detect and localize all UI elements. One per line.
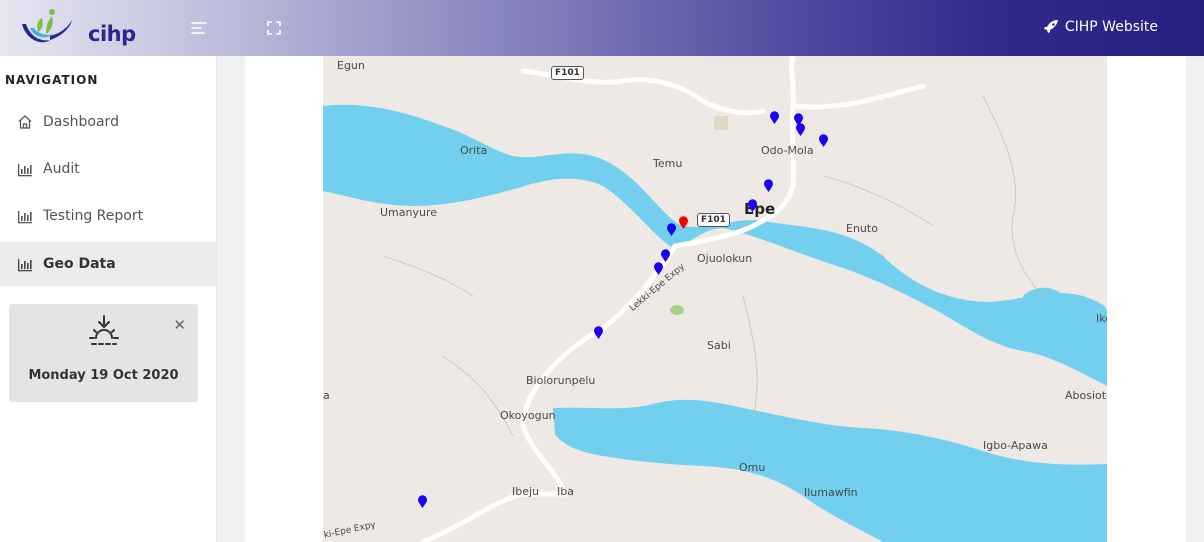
place-label: Ojuolokun [697, 252, 753, 265]
map-marker[interactable] [653, 262, 664, 276]
sidebar-item-audit[interactable]: Audit [0, 147, 216, 191]
date-widget: ✕ Monday 19 Oct 2020 [9, 304, 198, 402]
place-label: Iba [557, 485, 574, 498]
cihp-website-link[interactable]: CIHP Website [1043, 19, 1158, 35]
home-icon [17, 114, 33, 130]
close-icon[interactable]: ✕ [173, 316, 186, 334]
place-label: Odo-Mola [761, 144, 814, 157]
sidebar: NAVIGATION Dashboard Audit Testing Repor… [0, 56, 217, 542]
bar-chart-icon [17, 256, 33, 272]
place-label: Egun [337, 59, 365, 72]
place-label: Ibeju [512, 485, 540, 498]
road-badge: F101 [697, 213, 730, 227]
top-navbar: cihp CIHP Website [0, 0, 1204, 56]
place-label: Abosioto [1065, 389, 1107, 402]
geo-map[interactable]: Egun Orita Temu Odo-Mola Umanyure Epe En… [323, 56, 1107, 542]
lower-lagoon-water [553, 399, 1107, 542]
cihp-website-label: CIHP Website [1064, 19, 1158, 35]
sidebar-item-label: Testing Report [43, 208, 144, 224]
map-marker-red[interactable] [678, 216, 689, 230]
map-marker[interactable] [417, 495, 428, 509]
place-label: Temu [653, 157, 683, 170]
place-label: Igbo-Apawa [983, 439, 1048, 452]
sidebar-item-label: Geo Data [43, 256, 116, 272]
sidebar-item-testing-report[interactable]: Testing Report [0, 194, 216, 238]
map-marker[interactable] [818, 134, 829, 148]
logo-mark-icon [22, 9, 72, 43]
sidebar-item-geo-data[interactable]: Geo Data [0, 242, 216, 286]
logo-text: cihp [88, 22, 136, 46]
sidebar-item-label: Dashboard [43, 114, 119, 130]
road-badge: F101 [551, 66, 584, 80]
land-parcel [714, 116, 728, 130]
place-label: Orita [460, 144, 488, 157]
park-area [670, 305, 684, 315]
map-marker[interactable] [666, 223, 677, 237]
fullscreen-icon[interactable] [264, 18, 284, 38]
place-label: Biolorunpelu [526, 374, 596, 387]
sunrise-icon [86, 314, 122, 354]
menu-toggle-icon[interactable] [189, 18, 209, 38]
bar-chart-icon [17, 208, 33, 224]
bar-chart-icon [17, 161, 33, 177]
sidebar-item-dashboard[interactable]: Dashboard [0, 100, 216, 144]
rocket-icon [1043, 20, 1058, 33]
map-marker[interactable] [747, 199, 758, 213]
place-label: Iko [1096, 312, 1107, 325]
current-date: Monday 19 Oct 2020 [28, 368, 179, 383]
place-label: a [323, 389, 330, 402]
map-marker[interactable] [593, 326, 604, 340]
place-label: Enuto [846, 222, 878, 235]
sidebar-item-label: Audit [43, 161, 80, 177]
place-label: Omu [739, 461, 766, 474]
map-marker[interactable] [763, 179, 774, 193]
map-marker[interactable] [795, 123, 806, 137]
map-canvas [323, 56, 1107, 542]
cihp-logo[interactable]: cihp [16, 6, 136, 50]
place-label: Umanyure [380, 206, 438, 219]
place-label: Ilumawfin [804, 486, 858, 499]
place-label: Okoyogun [500, 409, 556, 422]
map-marker[interactable] [660, 249, 671, 263]
navigation-title: NAVIGATION [5, 73, 99, 87]
place-label: Sabi [707, 339, 731, 352]
map-marker[interactable] [769, 111, 780, 125]
